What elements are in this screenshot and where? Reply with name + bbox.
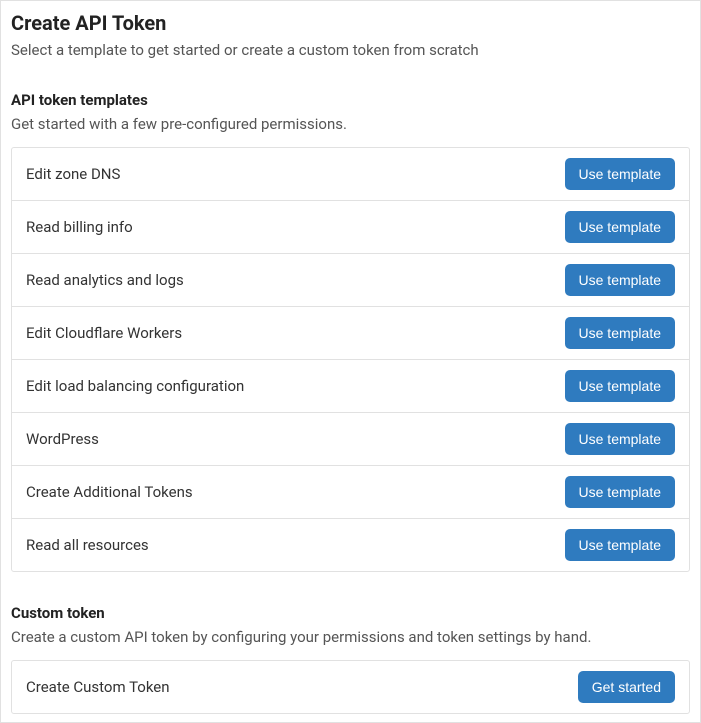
template-list: Edit zone DNS Use template Read billing … [11, 147, 690, 572]
template-label: Read all resources [26, 536, 149, 554]
use-template-button[interactable]: Use template [565, 370, 675, 402]
template-label: Edit Cloudflare Workers [26, 324, 182, 342]
template-label: Edit zone DNS [26, 165, 120, 183]
template-label: Read analytics and logs [26, 271, 184, 289]
use-template-button[interactable]: Use template [565, 476, 675, 508]
template-row-read-all-resources: Read all resources Use template [12, 519, 689, 571]
custom-token-label: Create Custom Token [26, 678, 170, 696]
template-row-read-analytics-logs: Read analytics and logs Use template [12, 254, 689, 307]
custom-section-title: Custom token [11, 604, 690, 622]
create-api-token-panel: Create API Token Select a template to ge… [0, 0, 701, 723]
get-started-button[interactable]: Get started [578, 671, 675, 703]
page-title: Create API Token [11, 11, 690, 35]
template-label: Read billing info [26, 218, 133, 236]
use-template-button[interactable]: Use template [565, 158, 675, 190]
template-label: WordPress [26, 430, 99, 448]
use-template-button[interactable]: Use template [565, 264, 675, 296]
template-row-create-additional-tokens: Create Additional Tokens Use template [12, 466, 689, 519]
template-label: Create Additional Tokens [26, 483, 193, 501]
template-row-edit-zone-dns: Edit zone DNS Use template [12, 148, 689, 201]
use-template-button[interactable]: Use template [565, 529, 675, 561]
template-row-read-billing-info: Read billing info Use template [12, 201, 689, 254]
template-label: Edit load balancing configuration [26, 377, 244, 395]
custom-token-row: Create Custom Token Get started [11, 660, 690, 714]
page-subtitle: Select a template to get started or crea… [11, 41, 690, 59]
use-template-button[interactable]: Use template [565, 317, 675, 349]
use-template-button[interactable]: Use template [565, 211, 675, 243]
template-row-edit-load-balancing: Edit load balancing configuration Use te… [12, 360, 689, 413]
templates-section-subtitle: Get started with a few pre-configured pe… [11, 115, 690, 133]
templates-section-title: API token templates [11, 91, 690, 109]
use-template-button[interactable]: Use template [565, 423, 675, 455]
template-row-wordpress: WordPress Use template [12, 413, 689, 466]
template-row-edit-cloudflare-workers: Edit Cloudflare Workers Use template [12, 307, 689, 360]
custom-section-subtitle: Create a custom API token by configuring… [11, 628, 690, 646]
